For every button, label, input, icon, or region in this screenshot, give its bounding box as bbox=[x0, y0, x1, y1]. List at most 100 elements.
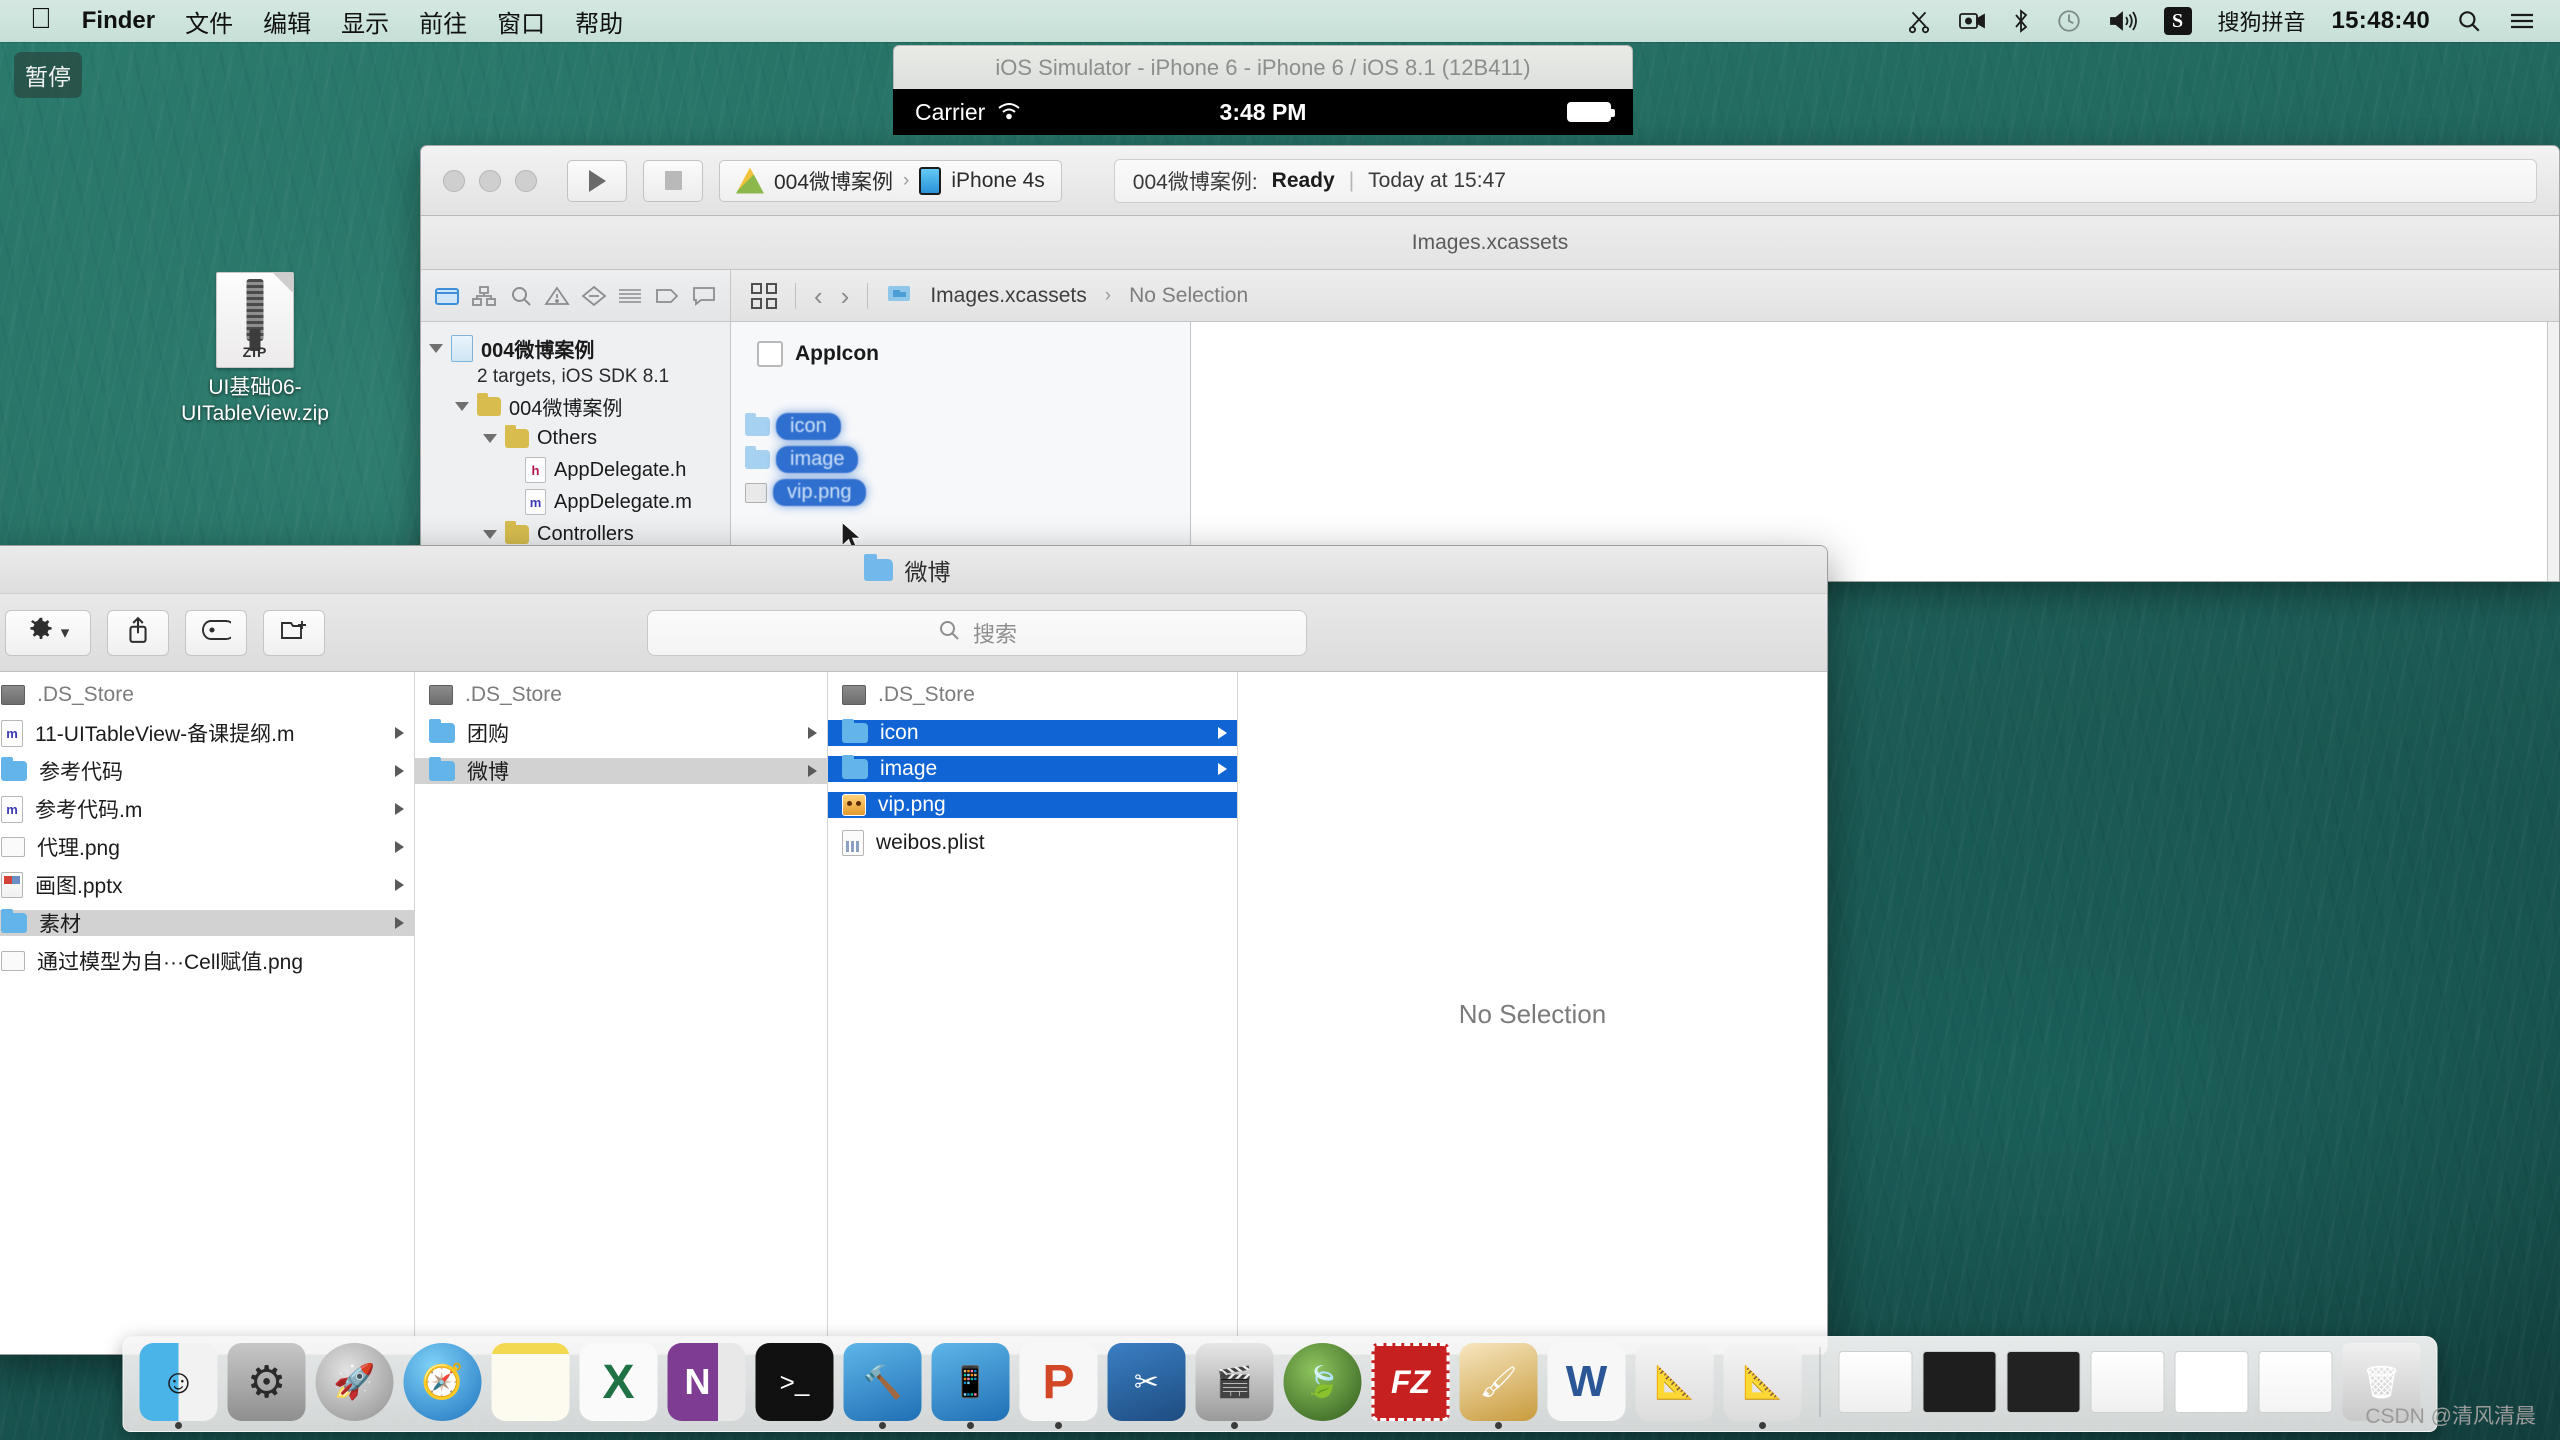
asset-list[interactable]: AppIcon icon image vip.png bbox=[731, 322, 1191, 581]
menu-item-file[interactable]: 文件 bbox=[185, 4, 233, 39]
pause-overlay-button[interactable]: 暂停 bbox=[14, 52, 82, 98]
disclosure-triangle-icon[interactable] bbox=[483, 433, 497, 443]
minimized-window[interactable] bbox=[1922, 1351, 1997, 1413]
dock-item-terminal[interactable]: >_ bbox=[755, 1343, 834, 1421]
dock-item-paint-tool[interactable]: 🖌 bbox=[1459, 1343, 1538, 1429]
list-item-selected[interactable]: 素材 bbox=[0, 909, 414, 936]
dock-item-word[interactable]: W bbox=[1547, 1343, 1626, 1421]
search-navigator-icon[interactable] bbox=[506, 283, 536, 309]
ime-badge-icon[interactable]: S bbox=[2163, 7, 2192, 35]
tree-row-file-appdelegate-m[interactable]: m AppDelegate.m bbox=[427, 486, 730, 518]
ime-label[interactable]: 搜狗拼音 bbox=[2218, 5, 2306, 37]
bluetooth-icon[interactable] bbox=[2012, 8, 2030, 34]
action-menu-button[interactable]: ▾ bbox=[5, 609, 91, 656]
chevron-right-icon[interactable]: › bbox=[841, 283, 850, 309]
list-item-selected[interactable]: icon bbox=[828, 719, 1237, 746]
dock-item-safari[interactable]: 🧭 bbox=[403, 1343, 482, 1421]
screen-record-icon[interactable] bbox=[1958, 10, 1986, 32]
list-item[interactable]: 代理.png bbox=[0, 834, 414, 860]
list-item[interactable]: weibos.plist bbox=[828, 830, 1237, 856]
share-button[interactable] bbox=[107, 609, 169, 656]
maximize-icon[interactable] bbox=[515, 169, 537, 192]
list-item-selected[interactable]: 微博 bbox=[415, 757, 827, 784]
xcode-window[interactable]: 004微博案例 › iPhone 4s 004微博案例: Ready | Tod… bbox=[420, 145, 2560, 582]
tag-icon[interactable] bbox=[652, 283, 682, 309]
list-item[interactable]: .DS_Store bbox=[415, 682, 827, 708]
menu-clock[interactable]: 15:48:40 bbox=[2332, 7, 2430, 35]
notification-list-icon[interactable] bbox=[2508, 9, 2536, 33]
dock-item-finder[interactable]: ☺ bbox=[139, 1343, 218, 1429]
scheme-selector[interactable]: 004微博案例 › iPhone 4s bbox=[719, 159, 1062, 202]
window-traffic-lights[interactable] bbox=[443, 169, 537, 192]
time-machine-icon[interactable] bbox=[2056, 8, 2082, 34]
list-item-selected[interactable]: image bbox=[828, 755, 1237, 782]
search-input[interactable]: 搜索 bbox=[647, 609, 1307, 656]
menu-item-finder[interactable]: Finder bbox=[82, 7, 155, 35]
spotlight-search-icon[interactable] bbox=[2456, 8, 2482, 34]
list-item[interactable]: .DS_Store bbox=[0, 682, 414, 708]
dock-item-xcode[interactable]: 🔨 bbox=[843, 1343, 922, 1429]
apple-icon[interactable]:  bbox=[30, 4, 52, 34]
comment-icon[interactable] bbox=[689, 283, 719, 309]
list-item[interactable]: m 参考代码.m bbox=[0, 795, 414, 823]
menu-item-edit[interactable]: 编辑 bbox=[263, 4, 311, 39]
tag-button[interactable] bbox=[185, 609, 247, 656]
desktop-file-zip[interactable]: ZIP UI基础06-UITableView.zip bbox=[150, 272, 360, 426]
finder-column-1[interactable]: .DS_Store m 11-UITableView-备课提纲.m 参考代码 m… bbox=[0, 672, 415, 1354]
close-icon[interactable] bbox=[443, 169, 465, 192]
disclosure-triangle-icon[interactable] bbox=[455, 401, 469, 411]
minimized-window[interactable] bbox=[2006, 1351, 2081, 1413]
list-item[interactable]: 通过模型为自···Cell赋值.png bbox=[0, 948, 414, 974]
dock-item-app-store[interactable]: 📐 bbox=[1635, 1343, 1714, 1421]
tree-row-file-appdelegate-h[interactable]: h AppDelegate.h bbox=[427, 454, 730, 486]
run-button[interactable] bbox=[567, 159, 627, 202]
test-navigator-icon[interactable] bbox=[615, 283, 645, 309]
list-item[interactable]: m 11-UITableView-备课提纲.m bbox=[0, 719, 414, 747]
disclosure-triangle-icon[interactable] bbox=[429, 343, 443, 353]
ios-simulator-window[interactable]: iOS Simulator - iPhone 6 - iPhone 6 / iO… bbox=[893, 45, 1633, 135]
hierarchy-icon[interactable] bbox=[469, 283, 499, 309]
jump-bar-icon[interactable] bbox=[751, 282, 777, 309]
dock-item-xcode-beta[interactable]: 📱 bbox=[931, 1343, 1010, 1429]
menu-item-view[interactable]: 显示 bbox=[341, 4, 389, 39]
dock-item-snipping[interactable]: ✂ bbox=[1107, 1343, 1186, 1421]
menu-item-go[interactable]: 前往 bbox=[419, 4, 467, 39]
minimized-window[interactable] bbox=[2258, 1351, 2333, 1413]
list-item[interactable]: 团购 bbox=[415, 719, 827, 746]
dock-item-launchpad[interactable]: 🚀 bbox=[315, 1343, 394, 1421]
list-item[interactable]: 画图.pptx bbox=[0, 872, 414, 898]
dock-item-system-preferences[interactable]: ⚙ bbox=[227, 1343, 306, 1421]
disclosure-triangle-icon[interactable] bbox=[483, 529, 497, 539]
tree-row-group-project[interactable]: 004微博案例 bbox=[427, 390, 730, 422]
dock-item-filezilla[interactable]: FZ bbox=[1371, 1343, 1450, 1421]
menu-item-window[interactable]: 窗口 bbox=[497, 4, 545, 39]
list-item[interactable]: 参考代码 bbox=[0, 757, 414, 784]
dock-item-onenote[interactable]: N bbox=[667, 1343, 746, 1421]
minimized-window[interactable] bbox=[2090, 1351, 2165, 1413]
scissors-icon[interactable] bbox=[1906, 8, 1932, 34]
issue-icon[interactable] bbox=[579, 283, 609, 309]
dock-item-notes[interactable]: · bbox=[491, 1343, 570, 1421]
minimized-window[interactable] bbox=[2174, 1351, 2249, 1413]
warning-icon[interactable] bbox=[542, 283, 572, 309]
minimized-window[interactable] bbox=[1838, 1351, 1913, 1413]
dock-item-video-converter[interactable]: 🎬 bbox=[1195, 1343, 1274, 1429]
finder-window[interactable]: 微博 ▾ 搜索 .DS_Store m 11-UITableView-备课提纲.… bbox=[0, 545, 1828, 1355]
dock-item-typo[interactable]: 🍃 bbox=[1283, 1343, 1362, 1421]
stop-button[interactable] bbox=[643, 159, 703, 202]
dock-item-xcode-alt[interactable]: 📐 bbox=[1723, 1343, 1802, 1429]
volume-icon[interactable] bbox=[2108, 9, 2138, 33]
tree-row-group-others[interactable]: Others bbox=[427, 422, 730, 454]
asset-item-appicon[interactable]: AppIcon bbox=[757, 336, 1190, 372]
dock-item-powerpoint[interactable]: P bbox=[1019, 1343, 1098, 1429]
new-folder-button[interactable] bbox=[263, 609, 325, 656]
menu-item-help[interactable]: 帮助 bbox=[575, 4, 623, 39]
list-item[interactable]: .DS_Store bbox=[828, 682, 1237, 708]
list-item-selected[interactable]: vip.png bbox=[828, 792, 1237, 818]
chevron-left-icon[interactable]: ‹ bbox=[814, 283, 823, 309]
minimize-icon[interactable] bbox=[479, 169, 501, 192]
finder-column-2[interactable]: .DS_Store 团购 微博 bbox=[415, 672, 828, 1354]
tree-row-project[interactable]: 004微博案例 bbox=[427, 332, 730, 364]
finder-column-3[interactable]: .DS_Store icon image vip.png weibos.plis… bbox=[828, 672, 1238, 1354]
dock-item-excel[interactable]: X bbox=[579, 1343, 658, 1421]
